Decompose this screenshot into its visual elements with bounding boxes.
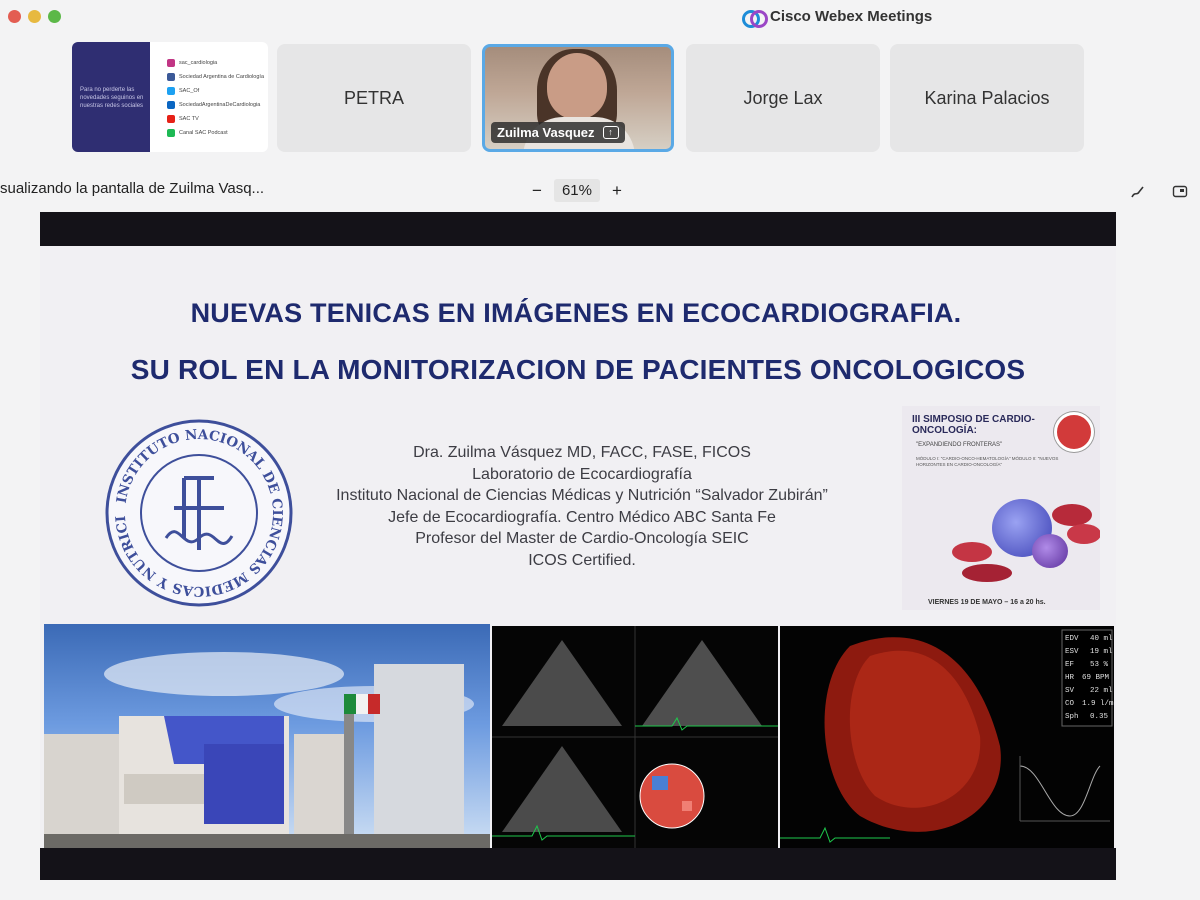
share-view-tools — [1130, 184, 1188, 204]
3d-ventricle-render: EDV 40 ml ESV 19 ml EF 53 % HR 69 BPM SV 22 m… — [780, 626, 1114, 848]
slide-title-line-1: NUEVAS TENICAS EN IMÁGENES EN ECOCARDIOG… — [190, 298, 962, 328]
window-icon[interactable] — [1172, 184, 1188, 204]
poster-date: VIERNES 19 DE MAYO – 16 a 20 hs. — [928, 599, 1046, 606]
svg-text:EDV: EDV — [1065, 635, 1079, 643]
svg-text:HR: HR — [1065, 674, 1075, 682]
minimize-window-button[interactable] — [28, 10, 41, 23]
participant-tile-zuilma-vasquez[interactable]: Zuilma Vasquez ↑ — [482, 44, 674, 152]
svg-text:69 BPM: 69 BPM — [1082, 674, 1110, 682]
participant-tile-petra[interactable]: PETRA — [277, 44, 471, 152]
institute-seal-logo: INSTITUTO NACIONAL DE CIENCIAS MEDICAS Y… — [104, 418, 293, 607]
symposium-poster: III SIMPOSIO DE CARDIO-ONCOLOGÍA: "EXPAN… — [902, 406, 1100, 610]
webex-logo-icon — [742, 9, 768, 28]
speaker-line: Instituto Nacional de Ciencias Médicas y… — [336, 487, 828, 504]
svg-text:SV: SV — [1065, 687, 1075, 695]
speaker-line: Dra. Zuilma Vásquez MD, FACC, FASE, FICO… — [413, 444, 751, 461]
heart-logo-icon — [1054, 412, 1094, 452]
maximize-window-button[interactable] — [48, 10, 61, 23]
share-thumb-text: Para no perderte las novedades seguinos … — [72, 42, 150, 152]
speaker-credentials: Dra. Zuilma Vásquez MD, FACC, FASE, FICO… — [302, 442, 862, 571]
pen-icon[interactable] — [1130, 184, 1146, 204]
hospital-building-photo — [44, 624, 490, 848]
participant-name: Jorge Lax — [743, 87, 823, 108]
zoom-in-button[interactable]: + — [612, 181, 622, 201]
svg-text:Sph: Sph — [1065, 713, 1079, 721]
svg-text:22 ml: 22 ml — [1090, 687, 1113, 695]
speaker-line: Jefe de Ecocardiografía. Centro Médico A… — [388, 508, 776, 526]
blood-cells-illustration — [932, 494, 1100, 589]
share-screen-icon: ↑ — [602, 126, 619, 139]
svg-text:ESV: ESV — [1065, 648, 1079, 656]
shared-screen-slide: NUEVAS TENICAS EN IMÁGENES EN ECOCARDIOG… — [40, 212, 1116, 880]
svg-text:0.35: 0.35 — [1090, 713, 1109, 721]
poster-modules: MÓDULO I: "CARDIO-ONCO-HEMATOLOGÍA" MÓDU… — [916, 456, 1059, 467]
participants-strip: Para no perderte las novedades seguinos … — [72, 42, 1084, 154]
close-window-button[interactable] — [8, 10, 21, 23]
speaker-line: Profesor del Master de Cardio-Oncología … — [415, 530, 749, 547]
zoom-out-button[interactable]: − — [532, 181, 542, 201]
echocardiogram-views — [492, 626, 778, 848]
svg-text:EF: EF — [1065, 661, 1074, 669]
svg-text:CO: CO — [1065, 700, 1075, 708]
participant-tile-jorge-lax[interactable]: Jorge Lax — [686, 44, 880, 152]
participant-name: Zuilma Vasquez — [497, 125, 595, 140]
participant-video-face — [547, 53, 607, 119]
window-controls — [8, 10, 61, 23]
participant-tile-karina-palacios[interactable]: Karina Palacios — [890, 44, 1084, 152]
slide-bottom-bar — [40, 848, 1116, 880]
svg-text:53 %: 53 % — [1090, 661, 1109, 669]
app-title-bar: Cisco Webex Meetings — [742, 8, 933, 28]
participant-name: PETRA — [343, 87, 404, 108]
share-thumb-links: sac_cardiologia Sociedad Argentina de Ca… — [167, 56, 264, 140]
shared-content-thumbnail[interactable]: Para no perderte las novedades seguinos … — [72, 42, 268, 152]
speaker-line: ICOS Certified. — [528, 551, 636, 569]
svg-text:40 ml: 40 ml — [1090, 635, 1113, 643]
slide-title-line-2: SU ROL EN LA MONITORIZACION DE PACIENTES… — [130, 354, 1026, 385]
zoom-controls: − 61% + — [532, 179, 622, 202]
active-speaker-name-tag: Zuilma Vasquez ↑ — [491, 122, 625, 143]
participant-name: Karina Palacios — [924, 87, 1050, 108]
slide-top-bar — [40, 212, 1116, 246]
viewing-share-label: sualizando la pantalla de Zuilma Vasq... — [0, 180, 265, 197]
svg-text:19 ml: 19 ml — [1090, 648, 1113, 656]
zoom-level[interactable]: 61% — [553, 179, 600, 202]
svg-text:1.9 l/min: 1.9 l/min — [1082, 700, 1114, 708]
speaker-line: Laboratorio de Ecocardiografía — [472, 465, 692, 483]
poster-title: III SIMPOSIO DE CARDIO-ONCOLOGÍA: — [912, 414, 1035, 436]
poster-subtitle: "EXPANDIENDO FRONTERAS" — [916, 442, 1003, 448]
app-title: Cisco Webex Meetings — [770, 8, 933, 25]
